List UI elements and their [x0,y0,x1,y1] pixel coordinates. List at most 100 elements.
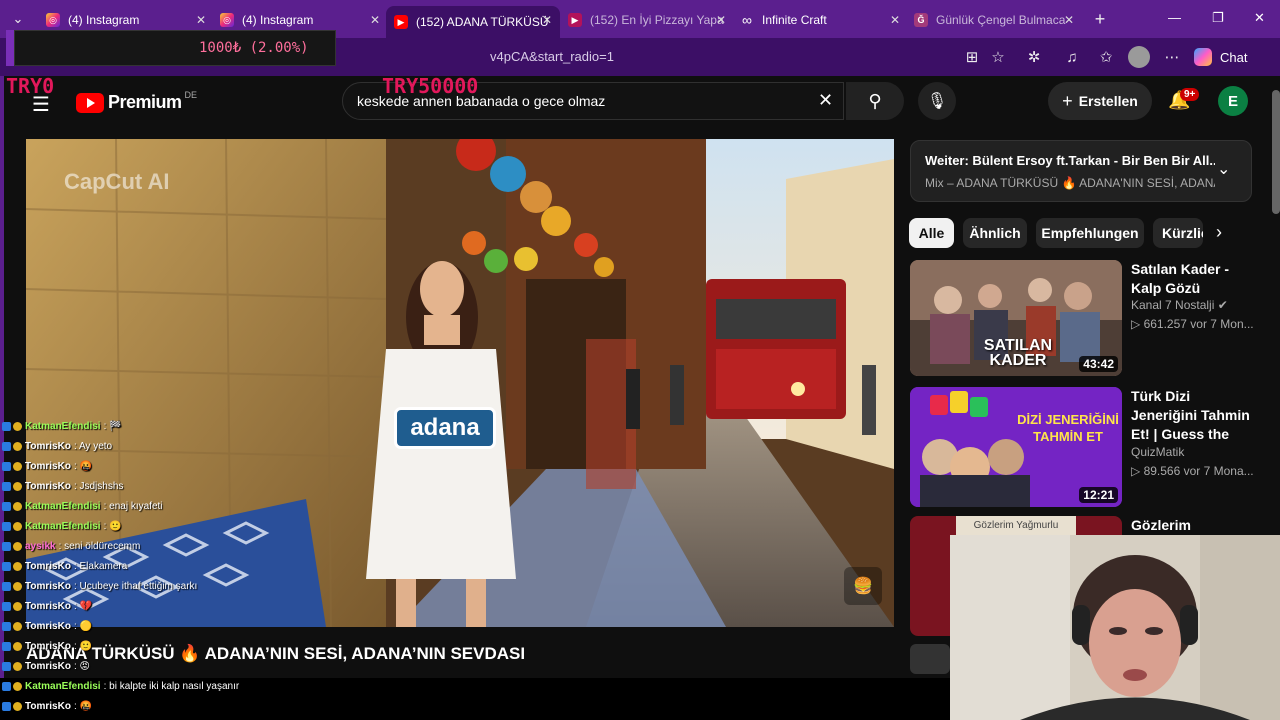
chip-recommendations[interactable]: Empfehlungen [1036,218,1144,248]
twitch-icon [2,581,11,591]
account-avatar[interactable]: E [1218,86,1248,116]
extensions-icon[interactable]: ✲ [1024,47,1044,67]
tab-title: Infinite Craft [762,13,827,27]
tab-title: (152) En İyi Pizzayı Yapa [590,13,724,27]
close-icon[interactable]: ✕ [542,13,552,27]
window-close-icon[interactable]: ✕ [1254,10,1265,26]
badge-icon [13,661,22,671]
more-menu-icon[interactable]: ⋯ [1162,47,1182,67]
new-tab-button[interactable]: + [1090,9,1110,29]
video-frame-image [26,139,894,627]
profile-avatar[interactable] [1128,46,1150,68]
video-meta: ▷ 661.257 vor 7 Mon... [1131,317,1254,331]
install-app-icon[interactable]: ⊞ [962,47,982,67]
up-next-panel[interactable]: Weiter: Bülent Ersoy ft.Tarkan - Bir Ben… [910,140,1252,202]
voice-search-button[interactable]: 🎙 [918,82,956,120]
chat-username: KatmanEfendisi [25,680,101,692]
minimize-icon[interactable]: — [1168,10,1181,25]
video-thumbnail[interactable]: DİZİ JENERİĞİNİ TAHMİN ET 12:21 [910,387,1122,507]
twitch-icon [2,641,11,651]
tab-adana-turkusu[interactable]: ▶ (152) ADANA TÜRKÜSÜ ✕ [386,6,560,38]
video-thumbnail[interactable]: SATILAN KADER 43:42 [910,260,1122,376]
chevron-right-icon[interactable]: › [1216,222,1222,243]
chat-label: Chat [1220,49,1248,65]
related-video-title[interactable]: Türk Dizi Jeneriğini Tahmin Et! | Guess … [1131,387,1253,445]
chat-username: TomrisKo [25,600,71,612]
copilot-chat-button[interactable]: Chat [1194,46,1247,68]
twitch-icon [2,441,11,451]
close-icon[interactable]: ✕ [1064,13,1074,27]
tab-search-chevron-icon[interactable]: ⌄ [8,9,28,29]
badge-icon [13,561,22,571]
related-video[interactable]: SATILAN KADER 43:42 Satılan Kader - Kalp… [910,260,1254,378]
microphone-icon: 🎙 [926,93,948,110]
infinity-icon: ∞ [742,12,752,28]
chat-text: : 🟡 [73,620,92,632]
page-scrollbar[interactable] [1272,90,1280,214]
chat-message: KatmanEfendisi: bi kalpte iki kalp nasıl… [2,678,239,694]
badge-icon [13,541,22,551]
chat-message: KatmanEfendisi: 🏁 [2,418,122,434]
badge-icon [13,441,22,451]
badge-icon [13,641,22,651]
chat-text: : 🤬 [73,460,92,472]
video-player[interactable]: CapCut AI adana 🍔 [26,139,894,627]
badge-icon [13,501,22,511]
badge-icon [13,481,22,491]
close-icon[interactable]: ✕ [890,13,900,27]
bookmark-star-icon[interactable]: ☆ [988,47,1008,67]
chat-message: TomrisKo: Ucubeye ithaf ettiğim şarkı [2,578,197,594]
badge-icon [13,701,22,711]
url-field[interactable]: v4pCA&start_radio=1 [490,44,910,70]
channel-name[interactable]: Kanal 7 Nostalji ✔ [1131,298,1228,312]
chat-text: : Elakamera [73,560,128,572]
related-video-thumbnail-partial[interactable] [910,644,950,674]
tab-cengel-bulmaca[interactable]: Ğ Günlük Çengel Bulmaca ✕ [906,6,1082,34]
copilot-icon [1194,48,1212,66]
chat-username: TomrisKo [25,620,71,632]
chat-text: : 💔 [73,600,92,612]
chat-text: : Jsdjshshs [73,480,124,492]
youtube-premium-logo[interactable]: Premium DE [76,89,198,113]
media-icon[interactable]: ♫ [1062,47,1082,67]
badge-icon [13,621,22,631]
donation-min-label: TRY0 [6,74,55,98]
chat-username: TomrisKo [25,460,71,472]
chip-recent[interactable]: Kürzlich [1153,218,1203,248]
donation-max-label: TRY50000 [382,74,479,98]
video-sign: adana [394,407,496,449]
close-icon[interactable]: ✕ [716,13,726,27]
region-code: DE [184,89,198,100]
close-icon[interactable]: ✕ [370,13,380,27]
notification-count-badge: 9+ [1180,88,1200,101]
search-button[interactable]: ⚲ [846,82,904,120]
tab-pizza[interactable]: ▶ (152) En İyi Pizzayı Yapa ✕ [560,6,734,34]
related-video-title[interactable]: Satılan Kader - Kalp Gözü [1131,260,1253,298]
video-title: ADANA TÜRKÜSÜ 🔥 ADANA’NIN SESİ, ADANA’NI… [26,644,526,663]
channel-name[interactable]: QuizMatik [1131,445,1184,459]
maximize-icon[interactable]: ❐ [1212,10,1224,26]
instagram-icon: ◎ [220,13,234,27]
close-icon[interactable]: ✕ [196,13,206,27]
chip-similar[interactable]: Ähnlich [963,218,1027,248]
tab-infinite-craft[interactable]: ∞ Infinite Craft ✕ [732,6,908,34]
clear-search-icon[interactable]: ✕ [818,90,833,111]
chat-username: TomrisKo [25,700,71,712]
chat-text: : 🙂 [103,520,122,532]
webcam-feed [950,535,1280,720]
twitch-icon [2,621,11,631]
twitch-icon [2,421,11,431]
favorites-icon[interactable]: ✩ [1096,47,1116,67]
chip-all[interactable]: Alle [909,218,954,248]
twitch-icon [2,601,11,611]
twitch-icon [2,501,11,511]
chevron-down-icon[interactable]: ⌄ [1217,159,1230,179]
chat-username: TomrisKo [25,660,71,672]
youtube-icon: ▶ [568,13,582,27]
twitch-icon [2,521,11,531]
up-next-title: Weiter: Bülent Ersoy ft.Tarkan - Bir Ben… [925,153,1215,168]
related-video[interactable]: DİZİ JENERİĞİNİ TAHMİN ET 12:21 Türk Diz… [910,387,1254,507]
twitch-icon [2,461,11,471]
chat-message: TomrisKo: 💔 [2,598,92,614]
create-button[interactable]: + Erstellen [1048,82,1152,120]
